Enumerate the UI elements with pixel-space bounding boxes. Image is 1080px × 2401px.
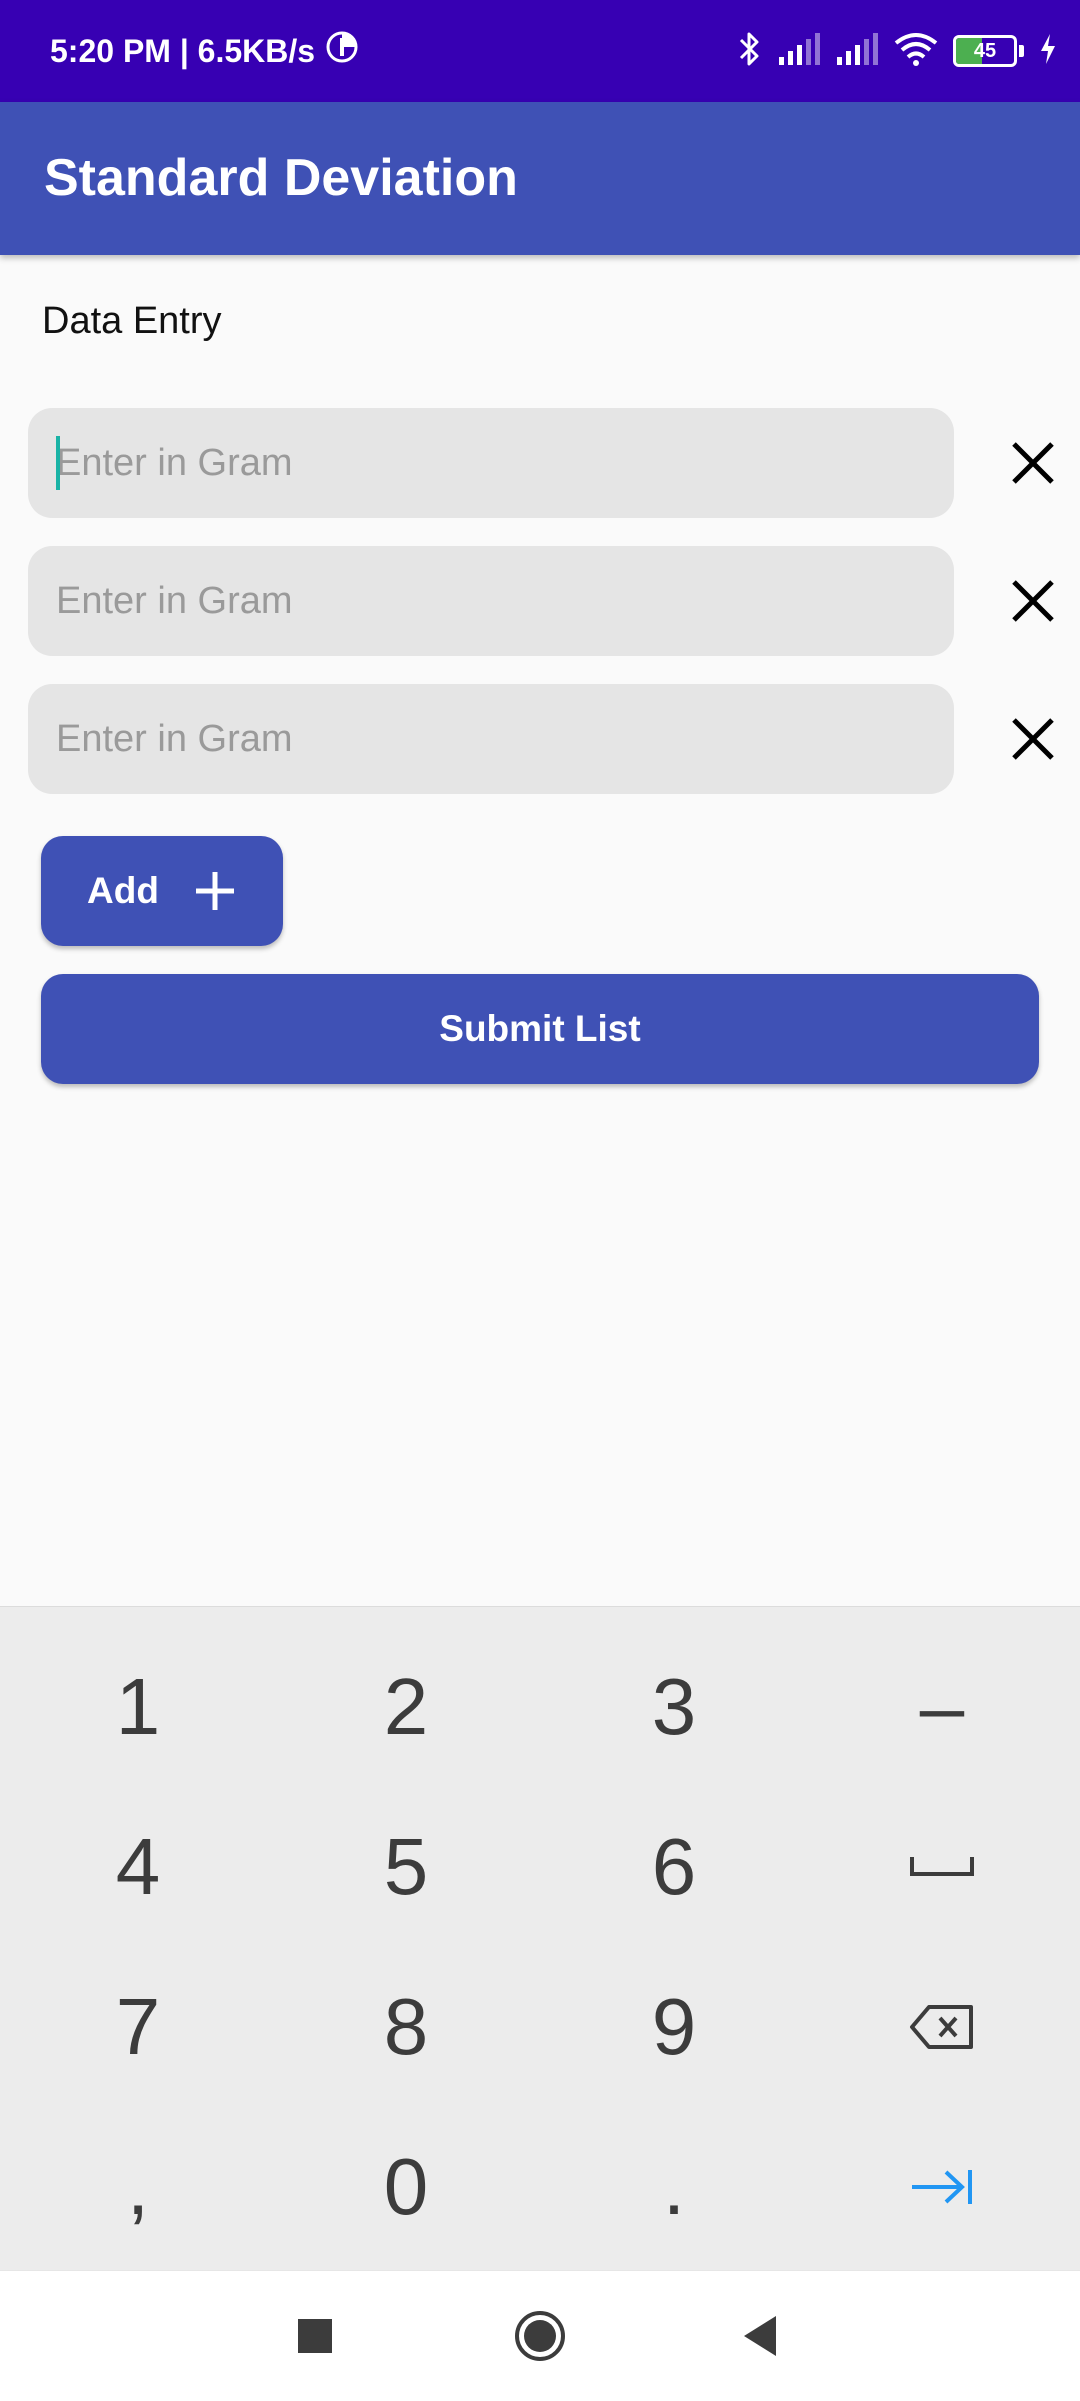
battery-icon: 45 bbox=[953, 35, 1017, 67]
key-7[interactable]: 7 bbox=[4, 1947, 272, 2107]
gram-input[interactable] bbox=[28, 408, 954, 518]
status-bar: 5:20 PM | 6.5KB/s 45 bbox=[0, 0, 1080, 102]
app-bar: Standard Deviation bbox=[0, 102, 1080, 255]
charging-icon bbox=[1038, 32, 1058, 71]
add-button-label: Add bbox=[87, 870, 159, 911]
wifi-icon bbox=[893, 31, 939, 72]
key-2[interactable]: 2 bbox=[272, 1627, 540, 1787]
key-next[interactable] bbox=[808, 2107, 1076, 2267]
remove-entry-button[interactable] bbox=[988, 694, 1078, 784]
entry-row bbox=[28, 684, 1054, 794]
battery-tip bbox=[1019, 45, 1024, 57]
key-8[interactable]: 8 bbox=[272, 1947, 540, 2107]
submit-list-button[interactable]: Submit List bbox=[41, 974, 1039, 1084]
numeric-keyboard: 1 2 3 – 4 5 6 7 8 9 , 0 . bbox=[0, 1606, 1080, 2271]
signal-icon bbox=[777, 31, 821, 72]
remove-entry-button[interactable] bbox=[988, 418, 1078, 508]
home-icon bbox=[515, 2311, 565, 2361]
text-caret bbox=[56, 436, 60, 490]
key-minus[interactable]: – bbox=[808, 1627, 1076, 1787]
bluetooth-icon bbox=[737, 29, 763, 74]
key-period[interactable]: . bbox=[540, 2107, 808, 2267]
back-button[interactable] bbox=[700, 2271, 820, 2401]
key-space[interactable] bbox=[808, 1787, 1076, 1947]
back-icon bbox=[744, 2316, 776, 2356]
remove-entry-button[interactable] bbox=[988, 556, 1078, 646]
status-right: 45 bbox=[737, 0, 1058, 102]
signal-icon bbox=[835, 31, 879, 72]
entry-row bbox=[28, 408, 1054, 518]
gram-input[interactable] bbox=[28, 684, 954, 794]
key-9[interactable]: 9 bbox=[540, 1947, 808, 2107]
next-field-icon bbox=[912, 2170, 972, 2204]
submit-button-label: Submit List bbox=[439, 1008, 641, 1049]
status-time: 5:20 PM | 6.5KB/s bbox=[50, 32, 316, 69]
plus-icon bbox=[195, 872, 234, 910]
section-label: Data Entry bbox=[42, 300, 222, 342]
key-comma[interactable]: , bbox=[4, 2107, 272, 2267]
data-saver-icon bbox=[325, 30, 359, 72]
key-0[interactable]: 0 bbox=[272, 2107, 540, 2267]
key-4[interactable]: 4 bbox=[4, 1787, 272, 1947]
backspace-icon bbox=[910, 2005, 973, 2049]
key-6[interactable]: 6 bbox=[540, 1787, 808, 1947]
close-icon bbox=[1012, 442, 1054, 484]
space-icon bbox=[910, 1857, 974, 1876]
battery-level: 45 bbox=[973, 39, 997, 62]
recents-icon bbox=[298, 2319, 332, 2353]
key-3[interactable]: 3 bbox=[540, 1627, 808, 1787]
home-button[interactable] bbox=[480, 2271, 600, 2401]
key-5[interactable]: 5 bbox=[272, 1787, 540, 1947]
gram-input[interactable] bbox=[28, 546, 954, 656]
entry-row bbox=[28, 546, 1054, 656]
add-button[interactable]: Add bbox=[41, 836, 283, 946]
status-left: 5:20 PM | 6.5KB/s bbox=[50, 0, 359, 102]
key-1[interactable]: 1 bbox=[4, 1627, 272, 1787]
recents-button[interactable] bbox=[255, 2271, 375, 2401]
close-icon bbox=[1012, 718, 1054, 760]
navigation-bar bbox=[0, 2270, 1080, 2401]
close-icon bbox=[1012, 580, 1054, 622]
key-backspace[interactable] bbox=[808, 1947, 1076, 2107]
page-title: Standard Deviation bbox=[44, 149, 518, 207]
